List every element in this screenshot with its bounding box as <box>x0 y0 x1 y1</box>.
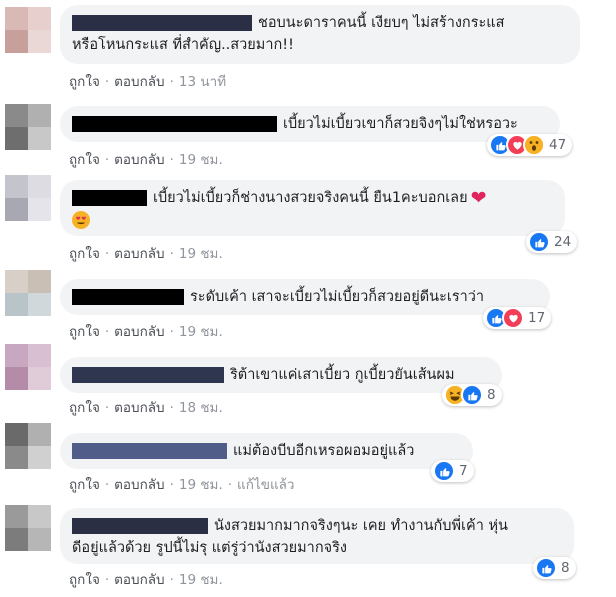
reaction-count: 24 <box>554 234 572 250</box>
avatar[interactable] <box>5 7 51 53</box>
reaction-summary[interactable]: 17 <box>483 307 552 329</box>
like-link[interactable]: ถูกใจ <box>69 246 100 262</box>
reply-link[interactable]: ตอบกลับ <box>114 152 164 168</box>
love-icon <box>502 307 524 329</box>
comment-actions: ถูกใจ · ตอบกลับ · 18 ชม. <box>69 396 223 418</box>
like-link[interactable]: ถูกใจ <box>69 572 100 588</box>
comment-actions: ถูกใจ · ตอบกลับ · 19 ชม. <box>69 148 223 170</box>
comment-text: แม่ต้องบีบอีกเหรอผอมอยู่แล้ว <box>233 443 415 459</box>
separator: · <box>104 74 110 90</box>
avatar[interactable] <box>5 423 51 469</box>
reaction-count: 8 <box>561 560 570 576</box>
comment-actions: ถูกใจ · ตอบกลับ · 19 ชม. <box>69 242 223 264</box>
timestamp[interactable]: 19 ชม. <box>179 152 223 168</box>
reply-link[interactable]: ตอบกลับ <box>114 74 164 90</box>
comment-text: นังสวยมากมากจริงๆนะ เคย ทำงานกับพี่เค้า … <box>214 518 508 534</box>
comment-actions: ถูกใจ · ตอบกลับ · 19 ชม. <box>69 320 223 342</box>
author-name-redacted[interactable] <box>72 15 252 31</box>
timestamp[interactable]: 19 ชม. <box>179 324 223 340</box>
reaction-count: 8 <box>487 387 496 403</box>
author-name-redacted[interactable] <box>72 367 224 383</box>
edited-label[interactable]: แก้ไขแล้ว <box>237 477 294 493</box>
like-icon <box>433 460 455 482</box>
like-link[interactable]: ถูกใจ <box>69 74 100 90</box>
reaction-count: 47 <box>549 137 567 153</box>
reaction-summary[interactable]: 8 <box>533 557 576 579</box>
like-icon <box>461 384 483 406</box>
reply-link[interactable]: ตอบกลับ <box>114 400 164 416</box>
comment-bubble: ชอบนะดาราคนนี้ เงียบๆ ไม่สร้างกระแส หรือ… <box>60 5 580 64</box>
separator: · <box>104 324 110 340</box>
separator: · <box>169 400 174 416</box>
comment-text: เบี้ยวไม่เบี้ยวเขาก็สวยจิงๆไม่ใช่หรอวะ <box>283 116 518 132</box>
reaction-summary[interactable]: 47 <box>487 134 573 156</box>
like-icon <box>535 557 557 579</box>
reaction-summary[interactable]: 7 <box>431 460 474 482</box>
avatar[interactable] <box>5 344 51 390</box>
timestamp[interactable]: 13 นาที <box>179 74 226 90</box>
reply-link[interactable]: ตอบกลับ <box>114 572 164 588</box>
comment-bubble: แม่ต้องบีบอีกเหรอผอมอยู่แล้ว <box>60 433 473 469</box>
author-name-redacted[interactable] <box>72 518 208 534</box>
timestamp[interactable]: 19 ชม. <box>179 246 223 262</box>
comment-text: ระดับเค้า เสาจะเบี้ยวไม่เบี้ยวก็สวยอยู่ด… <box>190 289 485 305</box>
timestamp[interactable]: 19 ชม. <box>179 572 223 588</box>
comment-bubble: ริต้าเขาแค่เสาเบี้ยว กูเบี้ยวยันเส้นผม <box>60 357 502 393</box>
comment-text-line2: หรือโหนกระแส ที่สำคัญ..สวยมาก!! <box>72 37 294 53</box>
separator: · <box>169 477 174 493</box>
emoji-line <box>72 209 553 231</box>
author-name-redacted[interactable] <box>72 289 184 305</box>
like-link[interactable]: ถูกใจ <box>69 152 100 168</box>
comment-bubble: ระดับเค้า เสาจะเบี้ยวไม่เบี้ยวก็สวยอยู่ด… <box>60 279 550 315</box>
author-name-redacted[interactable] <box>72 443 227 459</box>
reply-link[interactable]: ตอบกลับ <box>114 477 164 493</box>
timestamp[interactable]: 19 ชม. <box>179 477 223 493</box>
separator: · <box>227 477 233 493</box>
separator: · <box>169 572 174 588</box>
reaction-count: 17 <box>528 310 546 326</box>
separator: · <box>169 74 174 90</box>
comment-text: ชอบนะดาราคนนี้ เงียบๆ ไม่สร้างกระแส <box>258 15 505 31</box>
separator: · <box>104 152 110 168</box>
avatar[interactable] <box>5 505 51 551</box>
timestamp[interactable]: 18 ชม. <box>179 400 223 416</box>
avatar[interactable] <box>5 175 51 221</box>
author-name-redacted[interactable] <box>72 190 147 206</box>
comment-actions: ถูกใจ · ตอบกลับ · 13 นาที <box>69 70 226 92</box>
reaction-summary[interactable]: 24 <box>526 231 578 253</box>
comment-bubble: เบี้ยวไม่เบี้ยวก็ช่างนางสวยจริงคนนี้ ยืน… <box>60 180 565 236</box>
comment-text: ริต้าเขาแค่เสาเบี้ยว กูเบี้ยวยันเส้นผม <box>230 367 455 383</box>
like-link[interactable]: ถูกใจ <box>69 477 100 493</box>
author-name-redacted[interactable] <box>72 116 277 132</box>
reply-link[interactable]: ตอบกลับ <box>114 324 164 340</box>
comment-actions: ถูกใจ · ตอบกลับ · 19 ชม. · แก้ไขแล้ว <box>69 473 295 495</box>
comment-bubble: เบี้ยวไม่เบี้ยวเขาก็สวยจิงๆไม่ใช่หรอวะ <box>60 106 560 142</box>
separator: · <box>169 246 174 262</box>
separator: · <box>104 572 110 588</box>
comment-text-line2: ดีอยู่แล้วด้วย รูปนี้ไม่รุ แต่รู่ว่านังส… <box>72 540 347 556</box>
comment-list: ชอบนะดาราคนนี้ เงียบๆ ไม่สร้างกระแส หรือ… <box>0 0 616 597</box>
separator: · <box>104 246 110 262</box>
like-link[interactable]: ถูกใจ <box>69 400 100 416</box>
comment-actions: ถูกใจ · ตอบกลับ · 19 ชม. <box>69 568 223 590</box>
separator: · <box>169 324 174 340</box>
heart-eyes-emoji-icon <box>72 211 90 229</box>
heart-emoji-icon: ❤ <box>470 187 487 209</box>
separator: · <box>104 400 110 416</box>
avatar[interactable] <box>5 270 51 316</box>
avatar[interactable] <box>5 104 51 150</box>
wow-icon <box>523 134 545 156</box>
separator: · <box>104 477 110 493</box>
reaction-summary[interactable]: 8 <box>442 384 502 406</box>
separator: · <box>169 152 174 168</box>
comment-bubble: นังสวยมากมากจริงๆนะ เคย ทำงานกับพี่เค้า … <box>60 508 574 564</box>
reaction-count: 7 <box>459 463 468 479</box>
reply-link[interactable]: ตอบกลับ <box>114 246 164 262</box>
like-link[interactable]: ถูกใจ <box>69 324 100 340</box>
like-icon <box>528 231 550 253</box>
comment-text: เบี้ยวไม่เบี้ยวก็ช่างนางสวยจริงคนนี้ ยืน… <box>153 190 468 206</box>
